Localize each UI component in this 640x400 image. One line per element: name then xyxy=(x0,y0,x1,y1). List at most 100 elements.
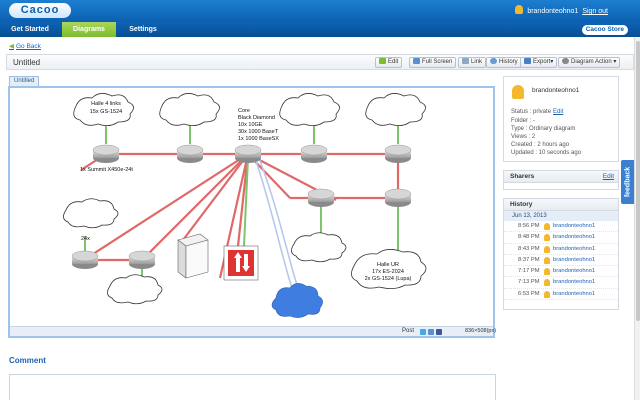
export-label: Export▾ xyxy=(533,59,554,65)
fullscreen-icon xyxy=(413,58,420,64)
user-icon xyxy=(515,5,524,14)
owner-name[interactable]: brandonteohno1 xyxy=(532,87,579,94)
switch-icon xyxy=(384,188,412,207)
share-icon[interactable] xyxy=(428,329,434,335)
switch-icon xyxy=(92,144,120,163)
tab-diagrams[interactable]: Diagrams xyxy=(62,22,116,37)
fullscreen-label: Full Screen xyxy=(422,59,453,65)
history-date: Jun 13, 2013 xyxy=(504,211,618,221)
history-entry[interactable]: 8:56 PM brandonteohno1 xyxy=(504,221,618,233)
history-entry[interactable]: 7:13 PM brandonteohno1 xyxy=(504,277,618,289)
history-user[interactable]: brandonteohno1 xyxy=(553,268,595,274)
history-panel: History Jun 13, 2013 8:56 PM brandonteohn… xyxy=(503,198,619,310)
link-label: Link xyxy=(471,59,483,65)
tab-get-started[interactable]: Get Started xyxy=(0,22,60,37)
cacoo-store-button[interactable]: Cacoo Store xyxy=(581,25,628,35)
top-bar: Cacoo brandonteohno1 Sign out xyxy=(0,0,640,22)
user-icon xyxy=(544,256,550,264)
diagram-canvas[interactable]: Halle 4 links 15x GS-1524 Core Black Dia… xyxy=(8,86,496,338)
comment-input[interactable] xyxy=(9,374,496,400)
history-label: History xyxy=(499,59,518,65)
type-row: Type : Ordinary diagram xyxy=(511,126,576,132)
fullscreen-button[interactable]: Full Screen xyxy=(409,57,457,68)
cloud-shape xyxy=(159,93,220,126)
diagram-title-bar: Untitled Edit Full Screen Link History E… xyxy=(6,54,634,70)
user-icon xyxy=(544,279,550,287)
summit-label: 1x Summit X450e-24t xyxy=(80,167,133,173)
export-icon xyxy=(524,58,531,64)
user-icon xyxy=(544,290,550,298)
pencil-icon xyxy=(379,58,386,64)
core-label-line4: 30x 1000 BaseT xyxy=(238,129,279,135)
user-icon xyxy=(544,234,550,242)
switch-icon xyxy=(307,188,335,207)
link-icon xyxy=(462,58,469,64)
page-scrollbar[interactable] xyxy=(634,37,640,400)
tab-settings[interactable]: Settings xyxy=(118,22,168,37)
go-back-label: Go Back xyxy=(16,43,41,50)
diagram-action-button[interactable]: Diagram Action ▾ xyxy=(558,57,621,68)
history-user[interactable]: brandonteohno1 xyxy=(553,234,595,240)
history-time: 7:17 PM xyxy=(518,268,540,275)
diagram-title: Untitled xyxy=(13,58,41,67)
history-user[interactable]: brandonteohno1 xyxy=(553,279,595,285)
history-time: 7:13 PM xyxy=(518,279,540,286)
sharers-header: Sharers Edit xyxy=(504,171,618,183)
created-row: Created : 2 hours ago xyxy=(511,142,570,148)
owner-panel: brandonteohno1 Status : private Edit Fold… xyxy=(503,76,619,162)
cloud-shape xyxy=(63,198,119,229)
history-entry[interactable]: 8:48 PM brandonteohno1 xyxy=(504,232,618,244)
comment-heading: Comment xyxy=(9,356,46,365)
canvas-footer: Post 836×508(px) xyxy=(10,326,496,336)
history-entry[interactable]: 8:43 PM brandonteohno1 xyxy=(504,244,618,255)
status-value: private xyxy=(533,109,552,115)
history-button[interactable]: History xyxy=(486,57,522,68)
history-time: 8:43 PM xyxy=(518,245,540,252)
feedback-label: feedback xyxy=(624,166,632,198)
status-label: Status : xyxy=(511,109,534,115)
user-icon xyxy=(544,223,550,230)
cloud-label-halle4-line1: Halle 4 links xyxy=(91,101,121,107)
core-switch-icon xyxy=(234,144,262,163)
history-user[interactable]: brandonteohno1 xyxy=(553,257,595,263)
history-user[interactable]: brandonteohno1 xyxy=(553,223,595,229)
clock-icon xyxy=(490,58,497,64)
history-entry[interactable]: 7:17 PM brandonteohno1 xyxy=(504,266,618,278)
history-user[interactable]: brandonteohno1 xyxy=(553,291,595,297)
cacoo-logo[interactable]: Cacoo xyxy=(9,3,71,18)
edit-label: Edit xyxy=(388,59,399,65)
sharers-edit-link[interactable]: Edit xyxy=(603,171,614,182)
facebook-icon[interactable] xyxy=(436,329,442,335)
sheet-tab[interactable]: Untitled xyxy=(9,76,40,86)
history-entry[interactable]: 8:37 PM brandonteohno1 xyxy=(504,255,618,267)
core-label-line5: 1x 1000 BaseSX xyxy=(238,136,279,142)
user-icon xyxy=(544,245,550,253)
core-label-line2: Black Diamond xyxy=(238,115,275,121)
status-edit-link[interactable]: Edit xyxy=(553,109,563,115)
switch-icon xyxy=(176,144,204,163)
scrollbar-thumb[interactable] xyxy=(636,41,640,321)
feedback-tab[interactable]: feedback xyxy=(621,160,635,204)
port-count-label: 24x xyxy=(81,236,90,242)
link-line xyxy=(254,157,293,289)
folder-row: Folder : - xyxy=(511,118,536,124)
switch-icon xyxy=(71,250,99,269)
switch-icon xyxy=(300,144,328,163)
twitter-icon[interactable] xyxy=(420,329,426,335)
router-icon xyxy=(223,245,259,281)
diagram-action-label: Diagram Action ▾ xyxy=(571,59,617,65)
gear-icon xyxy=(562,58,569,64)
history-entry[interactable]: 6:53 PM brandonteohno1 xyxy=(504,289,618,301)
link-button[interactable]: Link xyxy=(458,57,487,68)
cloud-label-halle-ur-line2: 17x ES-2024 xyxy=(372,269,404,275)
cloud-label-halle-ur-line3: 2x GS-1524 (Lupa) xyxy=(365,276,412,282)
export-button[interactable]: Export▾ xyxy=(520,57,558,68)
go-back-link[interactable]: ◀ Go Back xyxy=(9,42,41,50)
history-user[interactable]: brandonteohno1 xyxy=(553,246,595,252)
server-icon xyxy=(177,233,209,279)
cloud-shape xyxy=(107,274,163,305)
edit-button[interactable]: Edit xyxy=(375,57,403,68)
username[interactable]: brandonteohno1 xyxy=(527,8,578,15)
updated-row: Updated : 10 seconds ago xyxy=(511,150,582,156)
signout-link[interactable]: Sign out xyxy=(582,8,608,15)
